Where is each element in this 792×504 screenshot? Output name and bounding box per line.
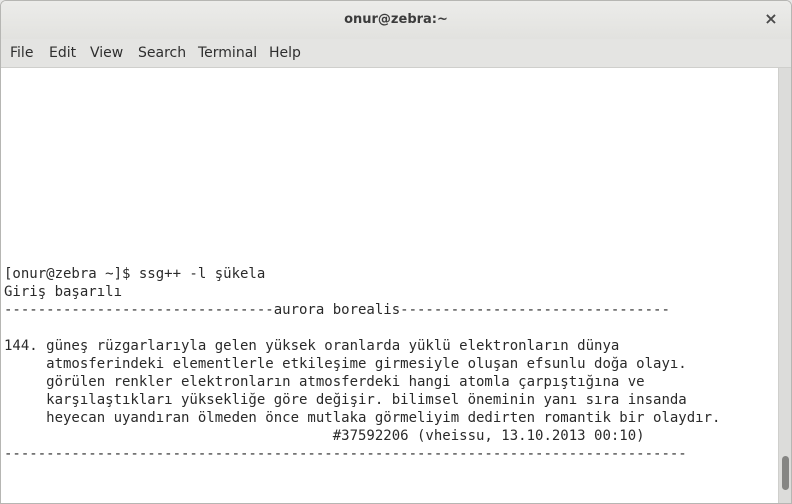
- output-line: Giriş başarılı: [4, 284, 123, 300]
- menu-edit[interactable]: Edit: [49, 45, 76, 61]
- footer-divider: ----------------------------------------…: [4, 446, 687, 462]
- menu-bar: File Edit View Search Terminal Help: [1, 39, 791, 68]
- menu-terminal[interactable]: Terminal: [198, 45, 257, 61]
- prompt-line: [onur@zebra ~]$ ssg++ -l şükela: [4, 266, 266, 282]
- entry-line: görülen renkler elektronların atmosferde…: [4, 374, 645, 390]
- vertical-scrollbar[interactable]: [778, 68, 791, 503]
- window-title: onur@zebra:~: [344, 12, 448, 27]
- close-icon[interactable]: ×: [763, 9, 779, 29]
- menu-help[interactable]: Help: [269, 45, 301, 61]
- header-divider: --------------------------------aurora b…: [4, 302, 670, 318]
- title-bar[interactable]: onur@zebra:~ ×: [1, 1, 791, 39]
- entry-line: heyecan uyandıran ölmeden önce mutlaka g…: [4, 410, 721, 426]
- menu-search[interactable]: Search: [138, 45, 186, 61]
- menu-view[interactable]: View: [90, 45, 123, 61]
- entry-signature: #37592206 (vheissu, 13.10.2013 00:10): [4, 428, 645, 444]
- entry-line: atmosferindeki elementlerle etkileşime g…: [4, 356, 687, 372]
- terminal-output[interactable]: [onur@zebra ~]$ ssg++ -l şükela Giriş ba…: [1, 68, 778, 503]
- entry-line: 144. güneş rüzgarlarıyla gelen yüksek or…: [4, 338, 620, 354]
- entry-line: karşılaştıkları yüksekliğe göre değişir.…: [4, 392, 687, 408]
- menu-file[interactable]: File: [10, 45, 33, 61]
- terminal-window: onur@zebra:~ × File Edit View Search Ter…: [0, 0, 792, 504]
- scrollbar-thumb[interactable]: [782, 456, 789, 490]
